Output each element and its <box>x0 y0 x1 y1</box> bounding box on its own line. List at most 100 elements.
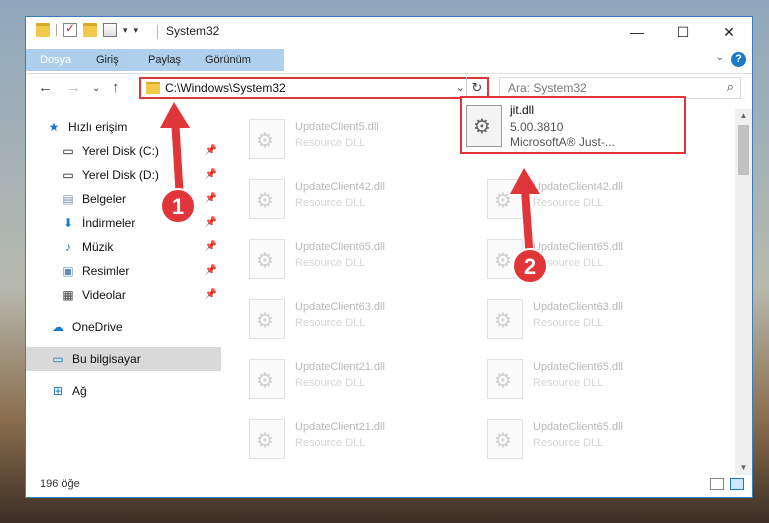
sidebar-item-label: Yerel Disk (C:) <box>82 144 159 158</box>
drive-icon: ▭ <box>62 144 74 158</box>
address-path[interactable]: C:\Windows\System32 <box>165 81 286 95</box>
pin-icon[interactable]: 📌 <box>205 289 217 300</box>
sidebar-item-this-pc[interactable]: ▭ Bu bilgisayar <box>26 347 221 371</box>
download-icon: ⬇ <box>62 216 74 230</box>
sidebar-item-local-disk-d[interactable]: ▭ Yerel Disk (D:) 📌 <box>26 163 221 187</box>
address-bar[interactable]: C:\Windows\System32 ⌄ ↻ <box>139 77 489 99</box>
sidebar-item-local-disk-c[interactable]: ▭ Yerel Disk (C:) 📌 <box>26 139 221 163</box>
file-item[interactable]: UpdateClient5.dll Resource DLL <box>249 111 479 167</box>
pin-icon[interactable]: 📌 <box>205 169 217 180</box>
scroll-thumb[interactable] <box>738 125 749 175</box>
sidebar-item-label: Belgeler <box>82 192 127 206</box>
dll-file-icon <box>487 239 523 279</box>
customize-toolbar-icon[interactable]: ▾ <box>134 25 139 36</box>
tab-giris[interactable]: Giriş <box>84 50 131 70</box>
file-description: Resource DLL <box>295 137 366 149</box>
file-item[interactable]: UpdateClient65.dll Resource DLL <box>487 351 717 407</box>
music-icon: ♪ <box>65 240 71 254</box>
quick-access-toolbar: ▾ ▾ <box>36 21 139 37</box>
minimize-button[interactable]: — <box>614 17 660 47</box>
file-item[interactable]: UpdateClient63.dll Resource DLL <box>249 291 479 347</box>
properties-check-icon[interactable] <box>63 21 77 37</box>
file-name: UpdateClient42.dll <box>533 181 623 193</box>
dll-file-icon <box>249 119 285 159</box>
status-bar: 196 öğe <box>26 473 752 497</box>
dll-file-icon <box>249 359 285 399</box>
dll-file-icon <box>487 299 523 339</box>
window-controls: — ☐ ✕ <box>614 17 752 47</box>
file-name: UpdateClient65.dll <box>533 361 623 373</box>
sidebar-item-label: Müzik <box>82 240 114 254</box>
file-name: UpdateClient65.dll <box>533 421 623 433</box>
new-folder-icon[interactable] <box>83 23 97 37</box>
back-arrow-icon[interactable]: ← <box>38 79 53 96</box>
dll-file-icon <box>249 239 285 279</box>
jit-dll-file-item[interactable]: jit.dll 5.00.3810 MicrosoftA® Just-... <box>460 96 686 154</box>
cloud-icon: ☁ <box>52 320 64 334</box>
videos-icon: ▦ <box>62 288 74 302</box>
file-description: Resource DLL <box>295 377 366 389</box>
vertical-scrollbar[interactable]: ▲ ▼ <box>735 109 752 475</box>
title-bar: ▾ ▾ System32 — ☐ ✕ <box>26 17 752 47</box>
details-view-icon[interactable] <box>710 478 724 490</box>
file-description: Resource DLL <box>295 317 366 329</box>
sidebar-item-onedrive[interactable]: ☁ OneDrive <box>26 315 221 339</box>
search-placeholder[interactable]: Ara: System32 <box>508 81 587 95</box>
tab-gorunum[interactable]: Görünüm <box>193 50 263 70</box>
file-description: Resource DLL <box>295 197 366 209</box>
chevron-down-icon[interactable]: ⌄ <box>456 81 465 94</box>
pin-icon[interactable]: 📌 <box>205 265 217 276</box>
dll-file-icon <box>487 179 523 219</box>
sidebar-item-downloads[interactable]: ⬇ İndirmeler 📌 <box>26 211 221 235</box>
scroll-up-icon[interactable]: ▲ <box>735 109 752 123</box>
file-name: jit.dll <box>510 103 535 117</box>
sidebar-item-videos[interactable]: ▦ Videolar 📌 <box>26 283 221 307</box>
window-title: System32 <box>166 24 220 38</box>
maximize-button[interactable]: ☐ <box>660 17 706 47</box>
sidebar-item-label: Yerel Disk (D:) <box>82 168 159 182</box>
forward-arrow-icon[interactable]: → <box>66 79 81 96</box>
file-item[interactable]: UpdateClient63.dll Resource DLL <box>487 291 717 347</box>
close-button[interactable]: ✕ <box>706 17 752 47</box>
dll-file-icon <box>466 105 502 147</box>
sidebar-item-documents[interactable]: ▤ Belgeler 📌 <box>26 187 221 211</box>
pin-icon[interactable]: 📌 <box>205 145 217 156</box>
sidebar-item-quick-access[interactable]: ★ Hızlı erişim <box>26 115 221 139</box>
pin-icon[interactable]: 📌 <box>205 193 217 204</box>
computer-icon: ▭ <box>52 352 64 366</box>
chevron-down-icon[interactable]: ▾ <box>123 25 128 36</box>
ribbon-tabs: Dosya Giriş Paylaş Görünüm ⌄ ? <box>26 47 752 74</box>
tab-paylas[interactable]: Paylaş <box>136 50 193 70</box>
file-item[interactable]: UpdateClient65.dll Resource DLL <box>249 231 479 287</box>
title-separator <box>157 25 158 39</box>
search-icon[interactable]: ⌕ <box>727 79 734 95</box>
file-description: MicrosoftA® Just-... <box>510 135 615 149</box>
pin-icon[interactable]: 📌 <box>205 241 217 252</box>
recent-locations-icon[interactable]: ⌄ <box>92 83 100 94</box>
expand-ribbon-icon[interactable]: ⌄ <box>716 52 724 63</box>
navigation-pane: ★ Hızlı erişim ▭ Yerel Disk (C:) 📌 ▭ Yer… <box>26 109 221 459</box>
file-item[interactable]: UpdateClient21.dll Resource DLL <box>249 351 479 407</box>
file-item[interactable]: UpdateClient42.dll Resource DLL <box>487 171 717 227</box>
file-item[interactable]: UpdateClient42.dll Resource DLL <box>249 171 479 227</box>
help-icon[interactable]: ? <box>731 52 746 67</box>
toolbar-separator <box>56 24 57 36</box>
file-name: UpdateClient65.dll <box>295 241 385 253</box>
file-item[interactable]: UpdateClient21.dll Resource DLL <box>249 411 479 467</box>
file-item[interactable]: UpdateClient65.dll Resource DLL <box>487 411 717 467</box>
file-list: UpdateClient5.dll Resource DLL UpdateCli… <box>221 109 736 459</box>
pin-icon[interactable]: 📌 <box>205 217 217 228</box>
item-count: 196 öğe <box>40 478 80 490</box>
sidebar-item-label: Resimler <box>82 264 130 278</box>
file-name: UpdateClient63.dll <box>533 301 623 313</box>
file-item[interactable]: UpdateClient65.dll Resource DLL <box>487 231 717 287</box>
up-arrow-icon[interactable]: ↑ <box>112 79 120 96</box>
properties-icon[interactable] <box>103 23 117 37</box>
folder-icon <box>146 82 160 94</box>
documents-icon: ▤ <box>62 192 74 206</box>
folder-icon <box>36 23 50 37</box>
sidebar-item-pictures[interactable]: ▣ Resimler 📌 <box>26 259 221 283</box>
sidebar-item-music[interactable]: ♪ Müzik 📌 <box>26 235 221 259</box>
tiles-view-icon[interactable] <box>730 478 744 490</box>
sidebar-item-network[interactable]: ⊞ Ağ <box>26 379 221 403</box>
